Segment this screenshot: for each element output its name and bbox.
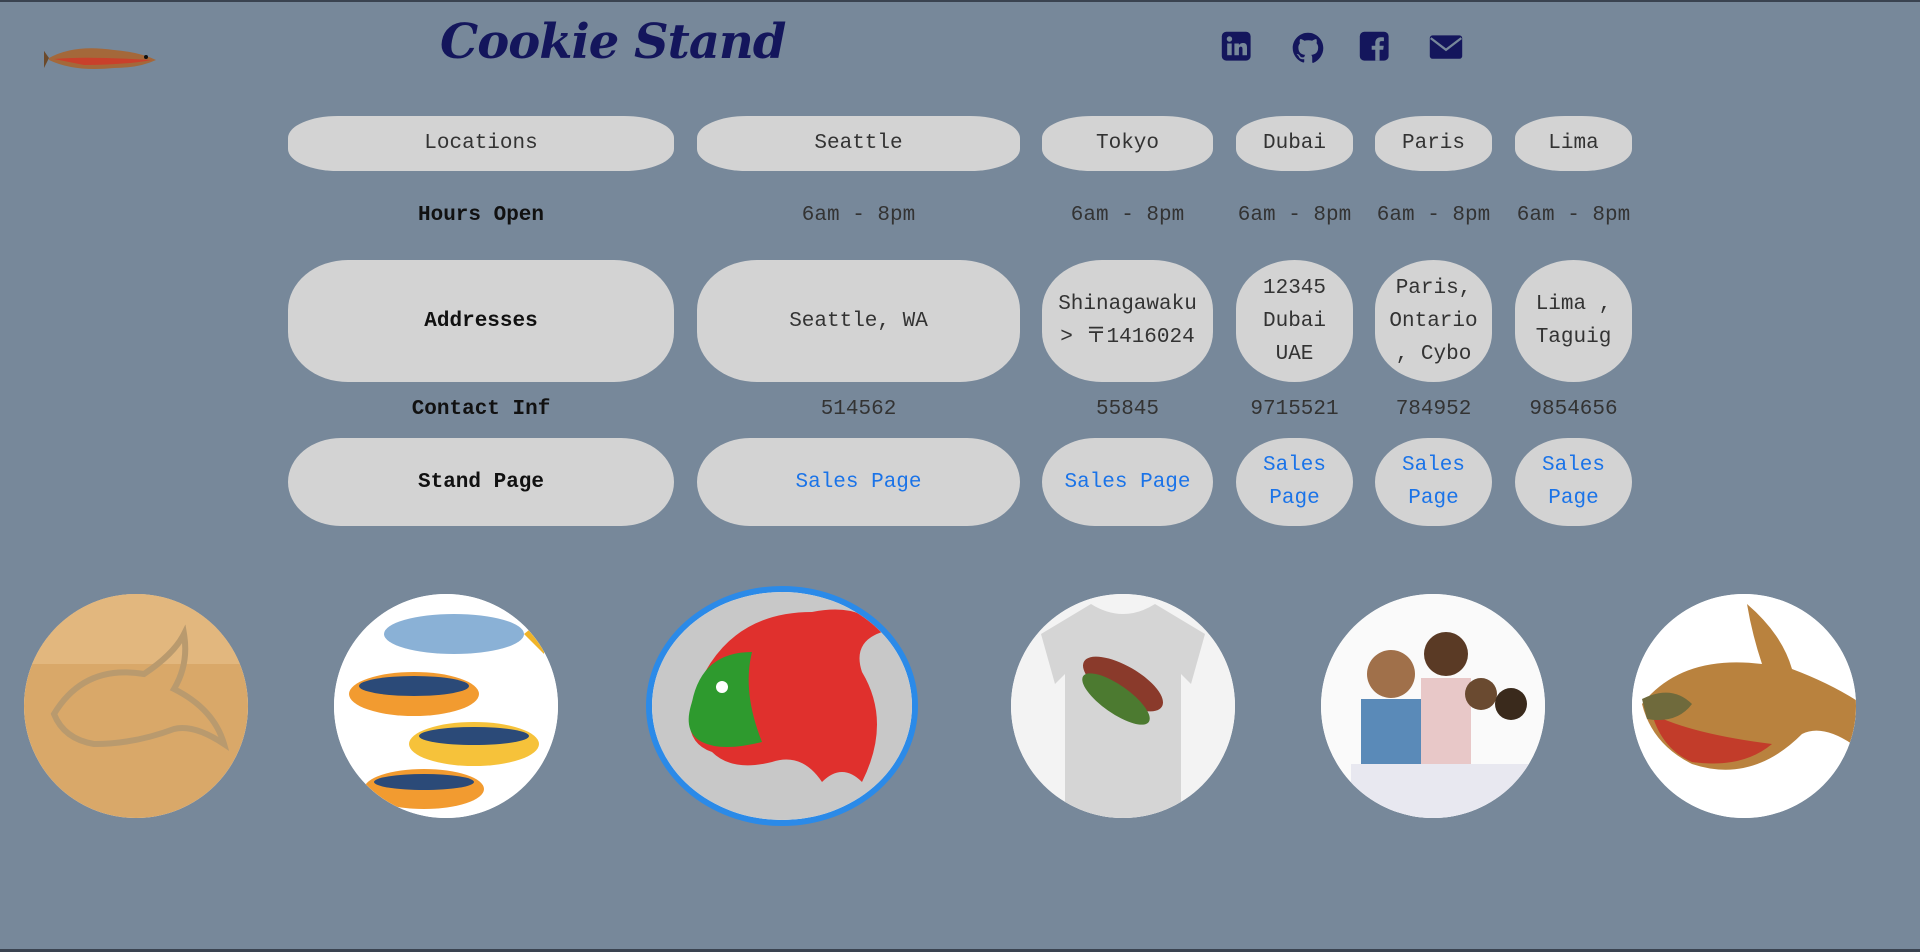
header-cell: Seattle	[697, 116, 1020, 171]
github-icon[interactable]	[1290, 30, 1330, 70]
address-value: Shinagawaku > 〒1416024	[1042, 260, 1213, 382]
hours-value: 6am - 8pm	[1376, 203, 1491, 227]
hours-value: 6am - 8pm	[1070, 203, 1185, 227]
header-cell: Tokyo	[1042, 116, 1213, 171]
decorated-fish-cookies-image[interactable]	[334, 594, 558, 818]
addresses-label: Addresses	[288, 260, 674, 382]
contact-value: 9854656	[1529, 397, 1618, 421]
hours-label: Hours Open	[417, 203, 545, 227]
header-cell: Paris	[1375, 116, 1492, 171]
linkedin-icon[interactable]	[1220, 30, 1260, 70]
family-image[interactable]	[1321, 594, 1545, 818]
sales-page-link-lima[interactable]: Sales Page	[1515, 438, 1632, 526]
hours-value: 6am - 8pm	[1237, 203, 1352, 227]
address-value: Lima , Taguig	[1515, 260, 1632, 382]
salmon-image[interactable]	[1632, 594, 1856, 818]
contact-value: 514562	[820, 397, 897, 421]
contact-value: 784952	[1395, 397, 1472, 421]
sales-page-link-dubai[interactable]: Sales Page	[1236, 438, 1353, 526]
hours-value: 6am - 8pm	[801, 203, 916, 227]
envelope-icon[interactable]	[1426, 30, 1466, 70]
red-salmon-cookie-image[interactable]	[646, 586, 918, 826]
contact-value: 9715521	[1250, 397, 1339, 421]
fish-cookie-cutter-image[interactable]	[24, 594, 248, 818]
address-value: Paris, Ontario , Cybo	[1375, 260, 1492, 382]
sales-page-link-paris[interactable]: Sales Page	[1375, 438, 1492, 526]
sales-page-link-seattle[interactable]: Sales Page	[697, 438, 1020, 526]
header-cell: Locations	[288, 116, 674, 171]
header-cell: Dubai	[1236, 116, 1353, 171]
facebook-icon[interactable]	[1358, 30, 1398, 70]
hours-value: 6am - 8pm	[1516, 203, 1631, 227]
address-value: Seattle, WA	[697, 260, 1020, 382]
contact-value: 55845	[1095, 397, 1159, 421]
sales-page-link-tokyo[interactable]: Sales Page	[1042, 438, 1213, 526]
salmon-logo	[42, 38, 159, 78]
stand-page-label: Stand Page	[288, 438, 674, 526]
contact-label: Contact Inf	[411, 397, 551, 421]
header-cell: Lima	[1515, 116, 1632, 171]
page-title: Cookie Stand	[440, 14, 786, 70]
address-value: 12345 Dubai UAE	[1236, 260, 1353, 382]
salmon-tshirt-image[interactable]	[1011, 594, 1235, 818]
